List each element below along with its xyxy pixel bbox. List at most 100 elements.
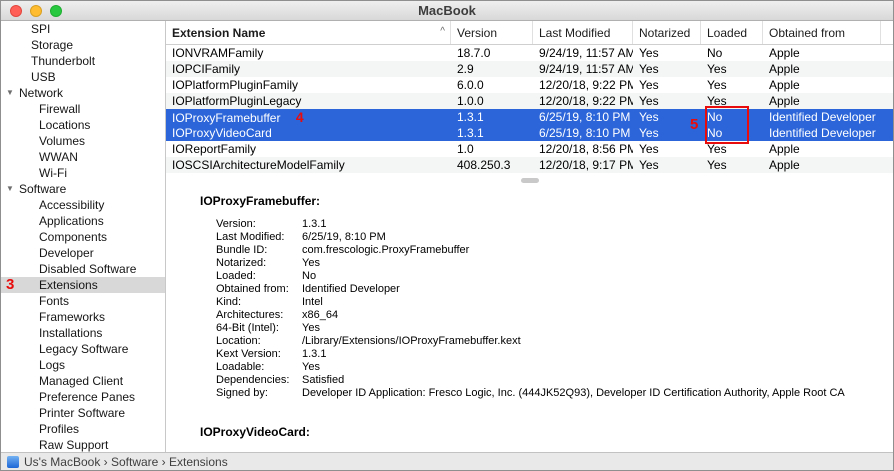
- column-header-notarized[interactable]: Notarized: [633, 21, 701, 44]
- column-header-obtained-from[interactable]: Obtained from: [763, 21, 881, 44]
- sidebar-item[interactable]: ▼ Volumes: [1, 133, 165, 149]
- sidebar-item[interactable]: ▼ USB: [1, 69, 165, 85]
- sidebar-item-label: Managed Client: [39, 374, 124, 388]
- detail-fields: Version: 1.3.1 Last Modified: 6/25/19, 8…: [200, 218, 885, 400]
- window-controls: [10, 5, 62, 17]
- sidebar-item-label: SPI: [31, 22, 51, 36]
- column-header-last-modified[interactable]: Last Modified: [533, 21, 633, 44]
- sidebar-item[interactable]: ▼ Developer: [1, 245, 165, 261]
- sidebar-item[interactable]: ▼ Network: [1, 85, 165, 101]
- field-label: Bundle ID:: [216, 244, 268, 256]
- sidebar-item[interactable]: ▼ Components: [1, 229, 165, 245]
- table-row[interactable]: IOPlatformPluginFamily 6.0.0 12/20/18, 9…: [166, 77, 893, 93]
- sidebar-item[interactable]: ▼ Managed Client: [1, 373, 165, 389]
- sidebar-item[interactable]: ▼ Disabled Software: [1, 261, 165, 277]
- sidebar-item[interactable]: ▼ Frameworks: [1, 309, 165, 325]
- main-pane: Extension Name ^ Version Last Modified N…: [166, 21, 893, 452]
- sidebar-item-label: Legacy Software: [39, 342, 129, 356]
- sort-ascending-icon: ^: [440, 26, 445, 37]
- sidebar-item[interactable]: ▼ Thunderbolt: [1, 53, 165, 69]
- cell-loaded: Yes: [707, 142, 727, 156]
- cell-version: 18.7.0: [457, 46, 491, 60]
- detail-field: Architectures: x86_64: [216, 309, 885, 322]
- column-label: Last Modified: [539, 26, 611, 40]
- cell-extension-name: IOSCSIArchitectureModelFamily: [166, 157, 451, 173]
- field-value: com.frescologic.ProxyFramebuffer: [302, 244, 470, 256]
- cell-notarized: Yes: [639, 78, 659, 92]
- cell-obtained-from: Apple: [769, 62, 800, 76]
- sidebar-item[interactable]: ▼ Wi-Fi: [1, 165, 165, 181]
- sidebar-item[interactable]: ▼ Accessibility: [1, 197, 165, 213]
- field-label: Loadable:: [216, 361, 265, 373]
- sidebar-item[interactable]: ▼ SPI: [1, 21, 165, 37]
- sidebar-item[interactable]: ▼ 3 Extensions: [1, 277, 165, 293]
- cell-version: 1.3.1: [457, 110, 484, 124]
- sidebar-item[interactable]: ▼ Legacy Software: [1, 341, 165, 357]
- detail-field: Notarized: Yes: [216, 257, 885, 270]
- column-header-version[interactable]: Version: [451, 21, 533, 44]
- sidebar-item-label: Disabled Software: [39, 262, 137, 276]
- cell-loaded: No: [707, 126, 723, 140]
- table-row[interactable]: IOPCIFamily 2.9 9/24/19, 11:57 AM Yes Ye…: [166, 61, 893, 77]
- status-bar: Us's MacBook › Software › Extensions: [1, 452, 893, 470]
- table-row[interactable]: IOReportFamily 1.0 12/20/18, 8:56 PM Yes…: [166, 141, 893, 157]
- zoom-button[interactable]: [50, 5, 62, 17]
- cell-extension-name: IONVRAMFamily: [166, 45, 451, 61]
- sidebar-item[interactable]: ▼ Raw Support: [1, 437, 165, 452]
- column-header-extension-name[interactable]: Extension Name ^: [166, 21, 451, 44]
- cell-extension-name: IOPCIFamily: [166, 61, 451, 77]
- field-value: Yes: [302, 361, 320, 373]
- cell-extension-name: IOPlatformPluginFamily: [166, 77, 451, 93]
- cell-loaded: Yes: [707, 62, 727, 76]
- extensions-table: Extension Name ^ Version Last Modified N…: [166, 21, 893, 173]
- sidebar-item-label: Network: [19, 86, 64, 100]
- annotation-number: 4: [295, 109, 304, 125]
- cell-last-modified: 12/20/18, 9:22 PM: [539, 94, 633, 108]
- table-body: IONVRAMFamily 18.7.0 9/24/19, 11:57 AM Y…: [166, 45, 893, 173]
- sidebar-item-label: Wi-Fi: [39, 166, 67, 180]
- cell-notarized: Yes: [639, 142, 659, 156]
- table-row[interactable]: IONVRAMFamily 18.7.0 9/24/19, 11:57 AM Y…: [166, 45, 893, 61]
- cell-last-modified: 9/24/19, 11:57 AM: [539, 46, 633, 60]
- cell-obtained-from: Identified Developer: [769, 126, 876, 140]
- sidebar-item-label: Accessibility: [39, 198, 105, 212]
- cell-version: 1.0: [457, 142, 474, 156]
- minimize-button[interactable]: [30, 5, 42, 17]
- table-row[interactable]: IOProxyVideoCard 1.3.1 6/25/19, 8:10 PM …: [166, 125, 893, 141]
- sidebar-item[interactable]: ▼ Printer Software: [1, 405, 165, 421]
- cell-last-modified: 9/24/19, 11:57 AM: [539, 62, 633, 76]
- sidebar-item[interactable]: ▼ WWAN: [1, 149, 165, 165]
- column-header-loaded[interactable]: Loaded: [701, 21, 763, 44]
- header-scrollbar-gutter: [881, 21, 893, 44]
- system-information-window: MacBook ▼ SPI ▼ Storage ▼: [0, 0, 894, 471]
- sidebar-item-label: WWAN: [39, 150, 78, 164]
- sidebar-item[interactable]: ▼ Profiles: [1, 421, 165, 437]
- sidebar-item[interactable]: ▼ Locations: [1, 117, 165, 133]
- sidebar-item[interactable]: ▼ Software: [1, 181, 165, 197]
- field-label: Notarized:: [216, 257, 267, 269]
- sidebar-item[interactable]: ▼ Preference Panes: [1, 389, 165, 405]
- table-row[interactable]: IOSCSIArchitectureModelFamily 408.250.3 …: [166, 157, 893, 173]
- table-row[interactable]: IOProxyFramebuffer 4 1.3.1 6/25/19, 8:10…: [166, 109, 893, 125]
- sidebar-item[interactable]: ▼ Firewall: [1, 101, 165, 117]
- sidebar-item-label: Extensions: [39, 278, 98, 292]
- disclosure-triangle-icon[interactable]: ▼: [6, 85, 14, 101]
- sidebar-item-label: Storage: [31, 38, 74, 52]
- extension-name-text: IOPlatformPluginLegacy: [172, 94, 302, 108]
- disclosure-triangle-icon[interactable]: ▼: [6, 181, 14, 197]
- extension-name-text: IOReportFamily: [172, 142, 257, 156]
- cell-obtained-from: Identified Developer: [769, 110, 876, 124]
- cell-obtained-from: Apple: [769, 158, 800, 172]
- pane-splitter[interactable]: [166, 173, 893, 187]
- sidebar-item[interactable]: ▼ Logs: [1, 357, 165, 373]
- cell-loaded: Yes: [707, 78, 727, 92]
- sidebar-item[interactable]: ▼ Fonts: [1, 293, 165, 309]
- close-button[interactable]: [10, 5, 22, 17]
- sidebar-item[interactable]: ▼ Applications: [1, 213, 165, 229]
- sidebar-item-label: Thunderbolt: [31, 54, 96, 68]
- sidebar-item[interactable]: ▼ Installations: [1, 325, 165, 341]
- sidebar-item[interactable]: ▼ Storage: [1, 37, 165, 53]
- field-value: No: [302, 270, 317, 282]
- sidebar-item-label: Components: [39, 230, 108, 244]
- table-row[interactable]: IOPlatformPluginLegacy 1.0.0 12/20/18, 9…: [166, 93, 893, 109]
